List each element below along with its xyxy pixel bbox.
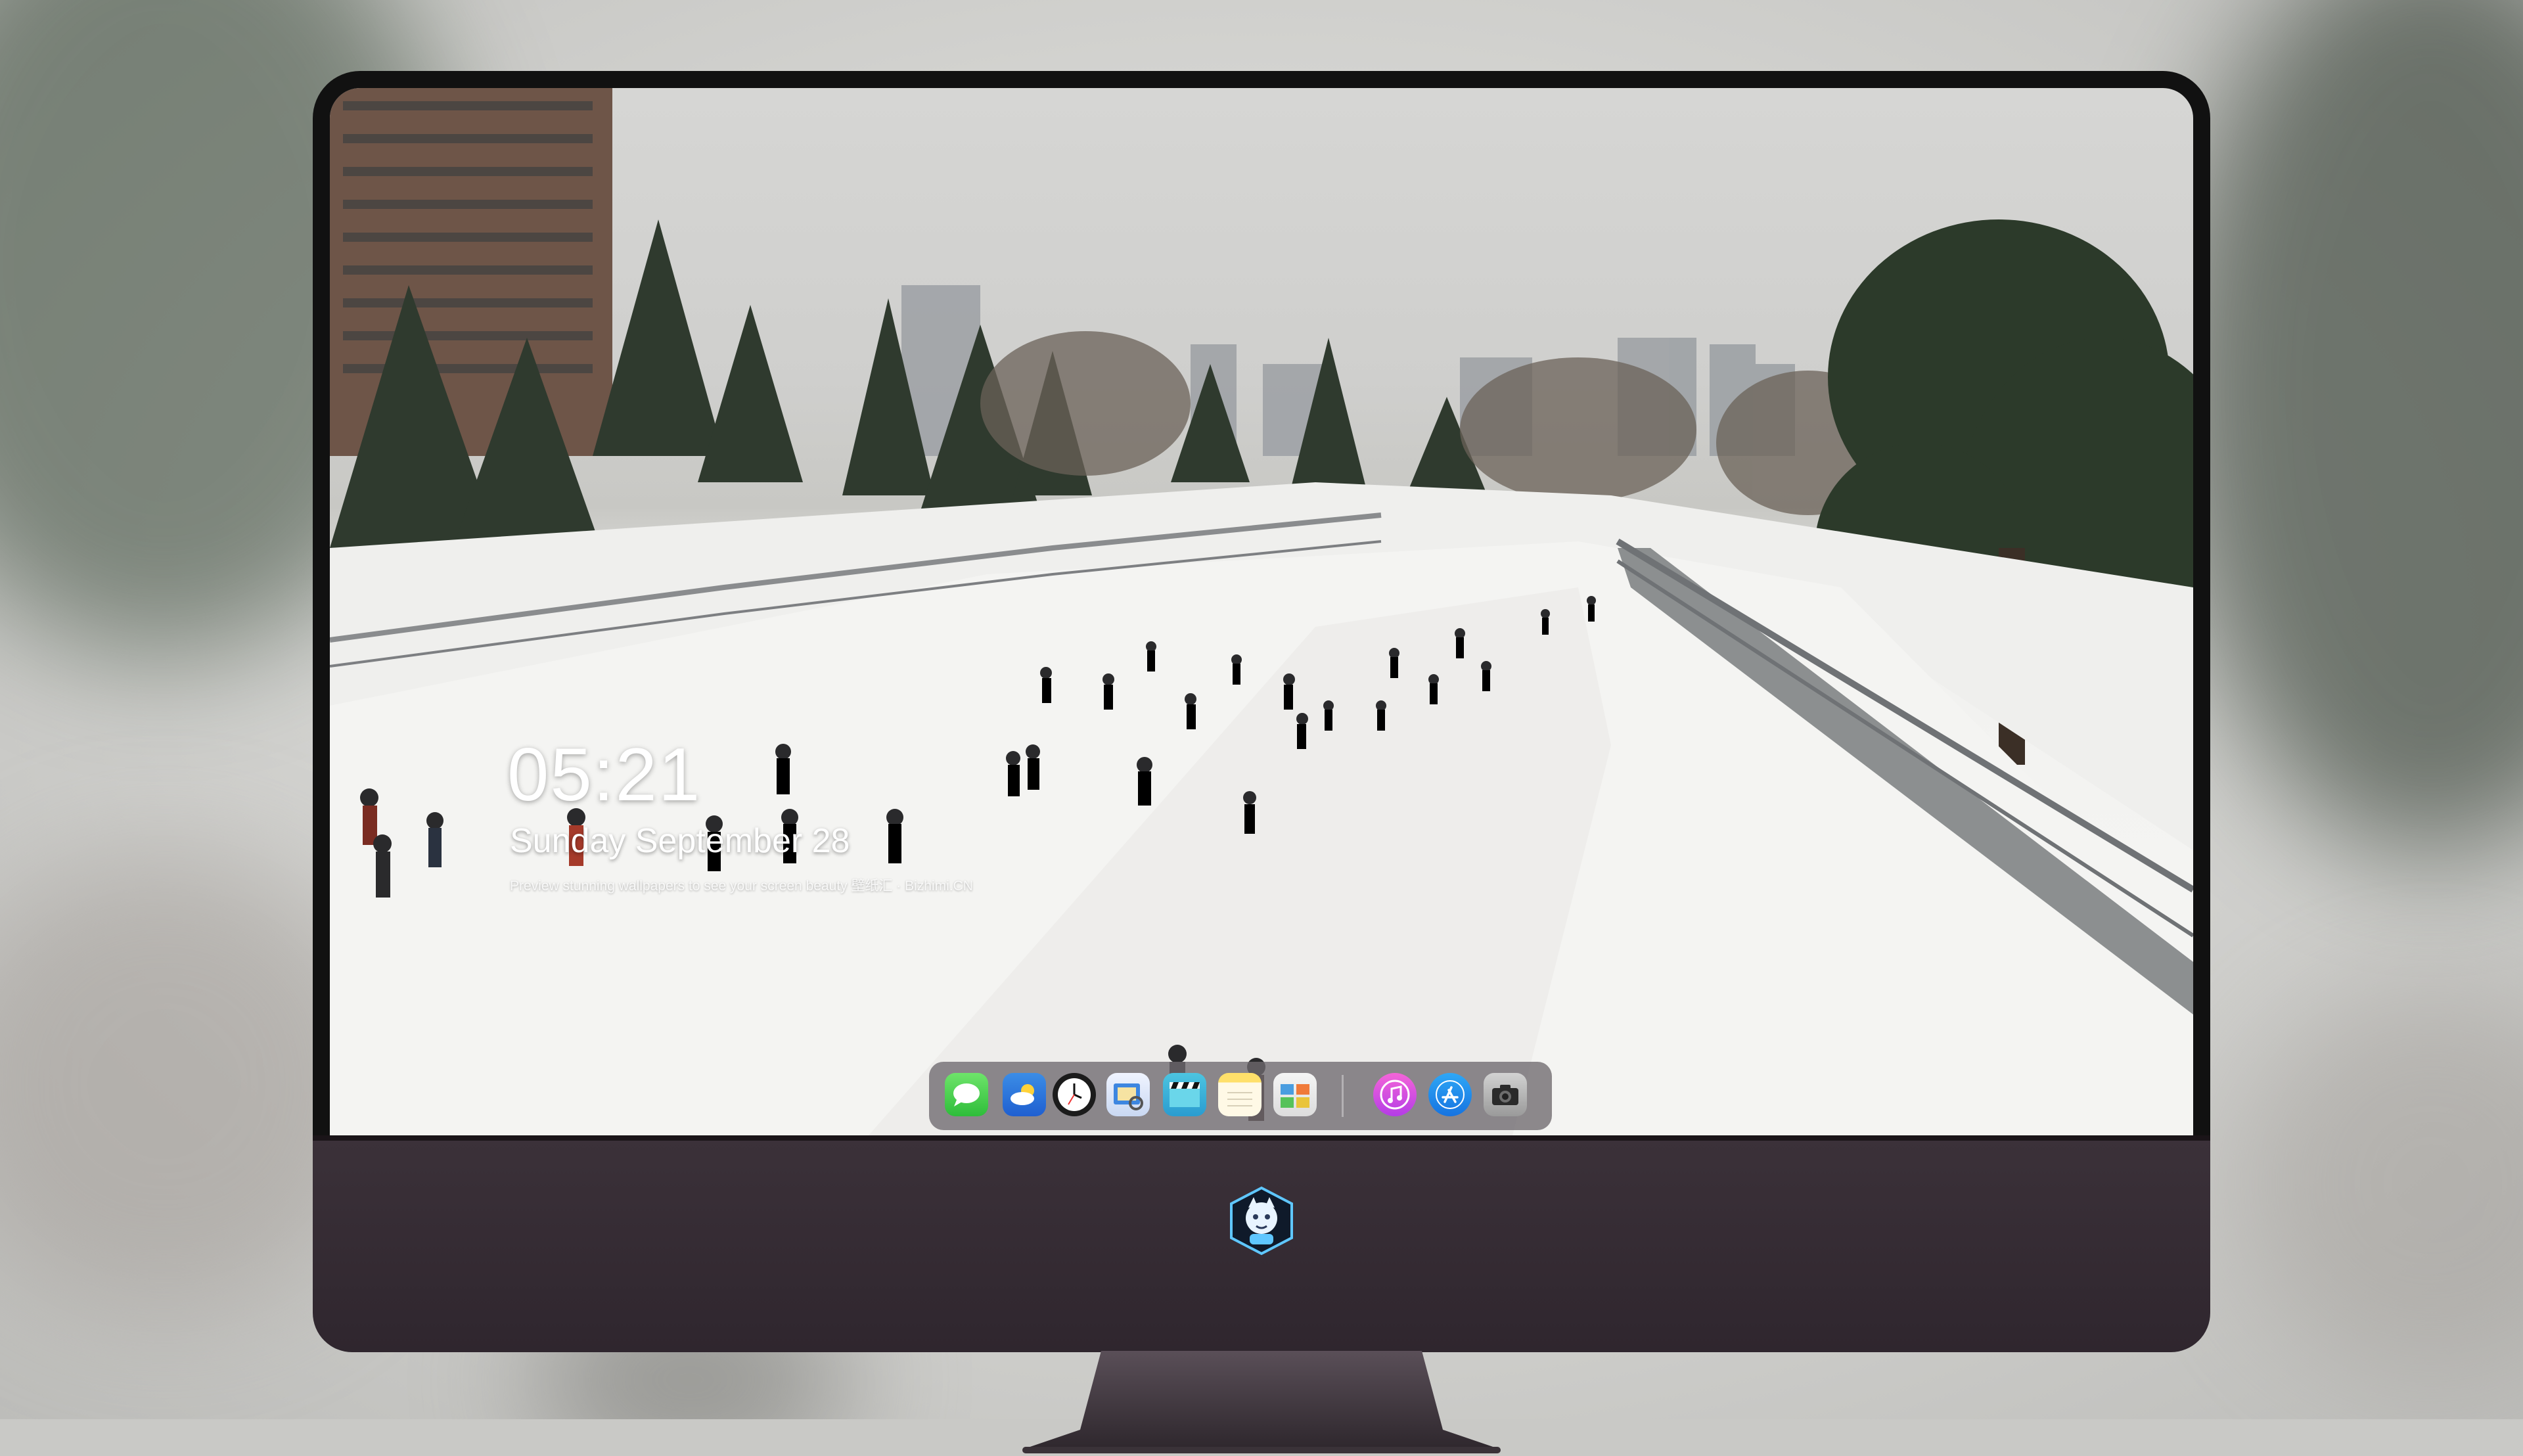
monitor-chin [313,1135,2210,1352]
wallpaper-scene [330,88,2193,1135]
photo-booth-icon [1281,1084,1309,1108]
dock-item-messages[interactable] [945,1073,988,1116]
imac-monitor: 05:21 Sunday September 28 Preview stunni… [313,71,2210,1453]
dock-item-camera[interactable] [1484,1073,1527,1116]
weather-icon [1011,1084,1034,1105]
preview-icon [1114,1083,1143,1110]
app-store-icon [1436,1080,1465,1109]
dock-item-weather[interactable] [1003,1073,1046,1116]
lock-clock-date: Sunday September 28 [510,822,850,860]
dock-item-clips[interactable] [1163,1073,1206,1116]
notes-icon [1227,1092,1252,1106]
lock-clock-time: 05:21 [507,733,702,817]
dock-item-itunes[interactable] [1373,1073,1417,1116]
dock-item-preview[interactable] [1106,1073,1150,1116]
dock-item-notes[interactable] [1218,1073,1262,1116]
camera-icon [1492,1085,1518,1105]
monitor-stand [1022,1351,1501,1453]
dock-separator [1342,1075,1344,1117]
brand-logo-icon [1230,1186,1293,1256]
dock-item-clock[interactable] [1053,1073,1096,1116]
dock [929,1062,1552,1130]
wallpaper-caption: Preview stunning wallpapers to see your … [510,878,973,894]
clock-icon [1058,1078,1091,1111]
itunes-icon [1380,1080,1410,1110]
messages-icon [953,1083,980,1106]
clips-icon [1170,1082,1200,1107]
lock-screen[interactable]: 05:21 Sunday September 28 Preview stunni… [330,88,2193,1135]
dock-item-photo-booth[interactable] [1273,1073,1317,1116]
dock-item-app-store[interactable] [1428,1073,1472,1116]
